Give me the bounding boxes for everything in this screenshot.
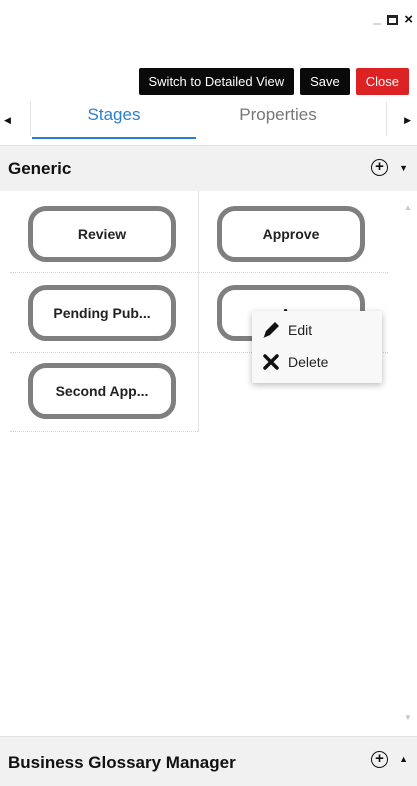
switch-view-button[interactable]: Switch to Detailed View	[138, 68, 295, 95]
stages-canvas: Review Approve Pending Pub... A... Secon…	[0, 191, 417, 736]
x-icon	[260, 351, 282, 373]
context-menu: Edit Delete	[252, 311, 382, 383]
vertical-scrollbar[interactable]: ▲ ▼	[400, 191, 417, 736]
maximize-icon[interactable]	[387, 15, 399, 25]
tab-properties[interactable]: Properties	[196, 105, 360, 139]
stage-label: Second App...	[55, 383, 149, 399]
section-generic-title: Generic	[8, 159, 72, 178]
grid-divider-horizontal	[10, 431, 198, 432]
grid-divider-vertical	[198, 191, 199, 432]
stage-review[interactable]: Review	[28, 206, 176, 262]
menu-item-label: Delete	[288, 354, 329, 370]
minimize-icon[interactable]	[373, 23, 382, 25]
menu-item-delete[interactable]: Delete	[260, 351, 328, 373]
tab-stages-label: Stages	[87, 105, 141, 124]
scroll-up-icon[interactable]: ▲	[404, 203, 412, 212]
tab-scroll-right-icon[interactable]: ▶	[404, 115, 411, 126]
stage-approve[interactable]: Approve	[217, 206, 365, 262]
close-window-icon[interactable]: ×	[404, 12, 413, 27]
section-business-glossary-header[interactable]: Business Glossary Manager + ▲	[0, 736, 417, 786]
add-stage-icon[interactable]: +	[371, 751, 388, 768]
toolbar: Switch to Detailed View Save Close	[138, 68, 409, 95]
pencil-icon	[260, 319, 282, 341]
tab-stages[interactable]: Stages	[32, 105, 196, 139]
window-controls: ×	[373, 12, 413, 27]
stage-label: Review	[77, 226, 127, 242]
section-generic-header[interactable]: Generic + ▼	[0, 145, 417, 191]
tab-properties-label: Properties	[239, 105, 317, 124]
chevron-down-icon[interactable]: ▼	[399, 163, 408, 173]
stage-second-approve[interactable]: Second App...	[28, 363, 176, 419]
tab-bar: ◀ Stages Properties ▶	[0, 100, 417, 142]
menu-item-edit[interactable]: Edit	[260, 319, 312, 341]
menu-item-label: Edit	[288, 322, 313, 338]
stage-label: Approve	[262, 226, 320, 242]
close-button[interactable]: Close	[355, 68, 409, 95]
stage-label: Pending Pub...	[53, 305, 151, 321]
stage-pending-publish[interactable]: Pending Pub...	[28, 285, 176, 341]
tab-scroll-left-icon[interactable]: ◀	[4, 115, 11, 126]
save-button[interactable]: Save	[300, 68, 350, 95]
tab-divider	[386, 102, 387, 136]
tab-divider	[30, 102, 31, 136]
section-business-glossary-title: Business Glossary Manager	[8, 753, 236, 772]
add-stage-icon[interactable]: +	[371, 159, 388, 176]
scroll-down-icon[interactable]: ▼	[404, 713, 412, 722]
grid-divider-horizontal	[10, 272, 388, 273]
chevron-up-icon[interactable]: ▲	[399, 754, 408, 764]
